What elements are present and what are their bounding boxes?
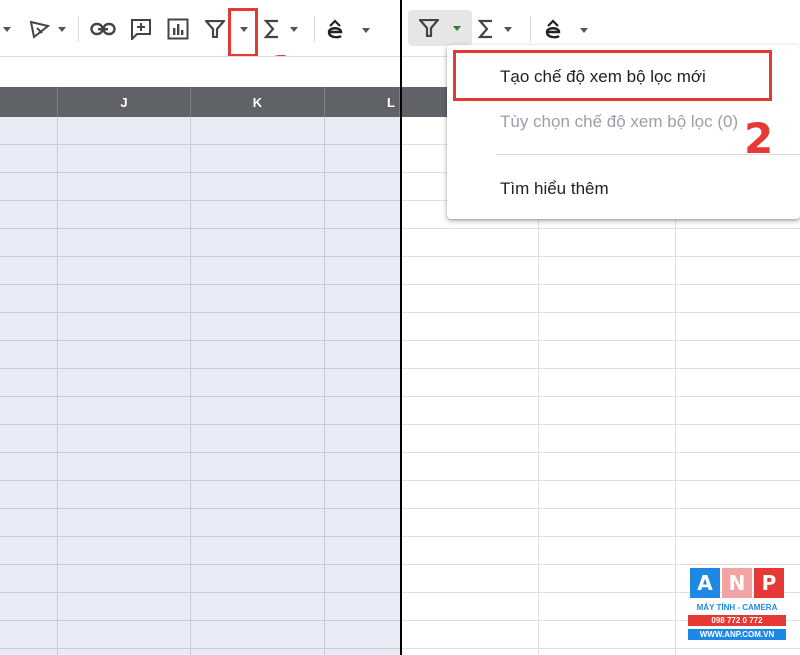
text-rotation-icon xyxy=(29,20,66,39)
filter-icon xyxy=(419,19,439,37)
logo-letter-n: N xyxy=(722,568,752,598)
filter-dropdown-highlight xyxy=(228,8,258,57)
menu-item-filter-view-options: Tùy chọn chế độ xem bộ lọc (0) xyxy=(500,112,739,131)
input-tools-icon xyxy=(545,19,588,39)
selected-cells-grid[interactable] xyxy=(0,117,400,655)
filter-button-active[interactable] xyxy=(408,10,472,46)
logo-letter-a: A xyxy=(690,568,720,598)
logo-tagline: MÁY TÍNH - CAMERA xyxy=(696,603,778,612)
column-header-l[interactable]: L xyxy=(325,87,400,117)
input-tools-button[interactable] xyxy=(544,12,594,46)
step-number-2: 2 xyxy=(744,114,774,163)
column-header-j[interactable]: J xyxy=(58,87,191,117)
functions-button[interactable] xyxy=(262,12,302,46)
anp-logo: A N P MÁY TÍNH - CAMERA 098 772 0 772 WW… xyxy=(688,568,786,648)
chart-icon xyxy=(167,18,189,40)
chevron-down-icon xyxy=(453,25,461,31)
filter-icon xyxy=(205,20,225,38)
filter-button[interactable] xyxy=(200,12,230,46)
logo-website: WWW.ANP.COM.VN xyxy=(688,629,786,640)
create-filter-view-highlight xyxy=(453,50,772,101)
input-tools-icon xyxy=(327,19,370,39)
insert-comment-button[interactable] xyxy=(126,12,156,46)
column-header-i[interactable] xyxy=(0,87,58,117)
add-comment-icon xyxy=(131,19,151,40)
sigma-icon xyxy=(477,19,512,39)
link-icon xyxy=(90,22,116,36)
menu-item-learn-more[interactable]: Tìm hiểu thêm xyxy=(500,179,609,199)
sigma-icon xyxy=(263,19,298,39)
left-screenshot-panel: 1 J K L xyxy=(0,0,400,655)
left-toolbar xyxy=(0,0,400,56)
functions-button[interactable] xyxy=(476,12,516,46)
column-header-k[interactable]: K xyxy=(191,87,325,117)
input-tools-button[interactable] xyxy=(326,12,376,46)
insert-chart-button[interactable] xyxy=(163,12,193,46)
logo-letter-p: P xyxy=(754,568,784,598)
text-rotation-button[interactable] xyxy=(26,12,70,46)
logo-phone: 098 772 0 772 xyxy=(688,615,786,626)
previous-dropdown-caret[interactable] xyxy=(0,12,14,46)
formula-bar xyxy=(0,56,400,87)
insert-link-button[interactable] xyxy=(88,12,118,46)
